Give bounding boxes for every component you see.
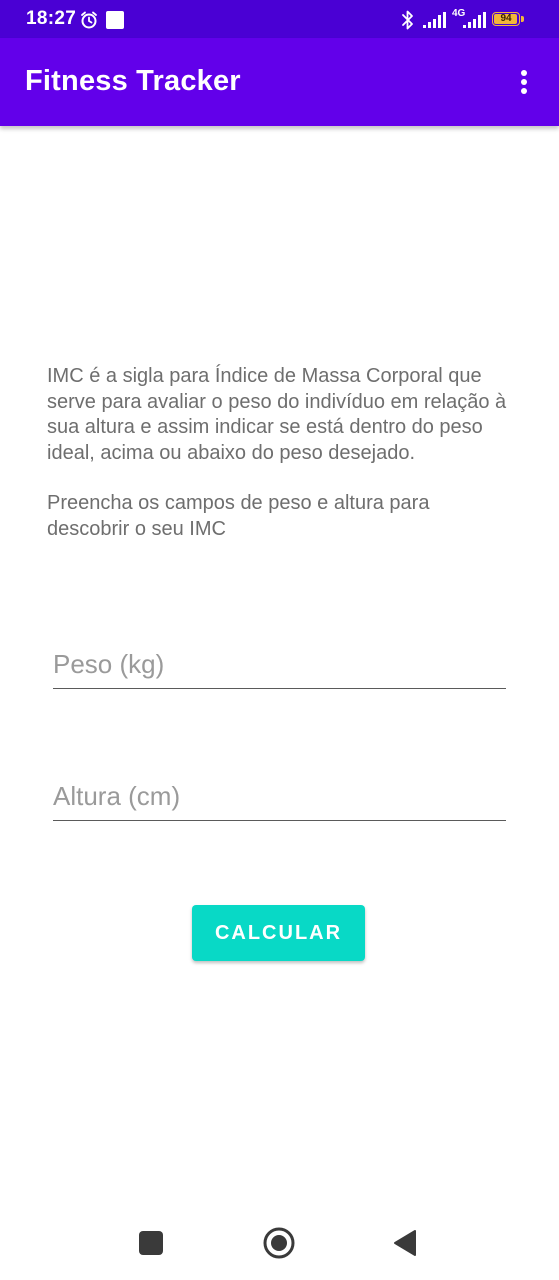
more-vert-icon[interactable] [504, 62, 544, 102]
calculate-button[interactable]: CALCULAR [192, 905, 365, 961]
battery-icon: 94 [492, 12, 524, 28]
navigation-bar [0, 1200, 559, 1280]
status-time: 18:27 [26, 8, 77, 29]
menu-dot [521, 79, 527, 85]
info-text: IMC é a sigla para Índice de Massa Corpo… [47, 364, 517, 542]
bluetooth-icon [402, 10, 413, 30]
battery-tip [521, 16, 524, 22]
home-icon[interactable] [263, 1227, 295, 1259]
imc-instruction: Preencha os campos de peso e altura para… [47, 492, 430, 540]
signal-4g-icon [463, 12, 486, 28]
battery-level: 94 [500, 13, 512, 24]
square-notification-icon [106, 11, 124, 29]
recents-icon[interactable] [139, 1231, 163, 1255]
menu-dot [521, 88, 527, 94]
app-title: Fitness Tracker [25, 65, 241, 97]
weight-input[interactable] [53, 641, 506, 687]
screen: 18:27 4G 94 Fitness Tracker IMC é a sigl… [0, 0, 559, 1280]
app-bar: Fitness Tracker [0, 38, 559, 126]
signal-icon [423, 12, 446, 28]
imc-description: IMC é a sigla para Índice de Massa Corpo… [47, 365, 507, 464]
height-input[interactable] [53, 773, 506, 819]
alarm-icon [81, 11, 97, 29]
status-bar: 18:27 4G 94 [0, 0, 559, 38]
menu-dot [521, 70, 527, 76]
height-field [53, 773, 506, 821]
back-icon[interactable] [393, 1229, 417, 1257]
weight-field [53, 641, 506, 689]
